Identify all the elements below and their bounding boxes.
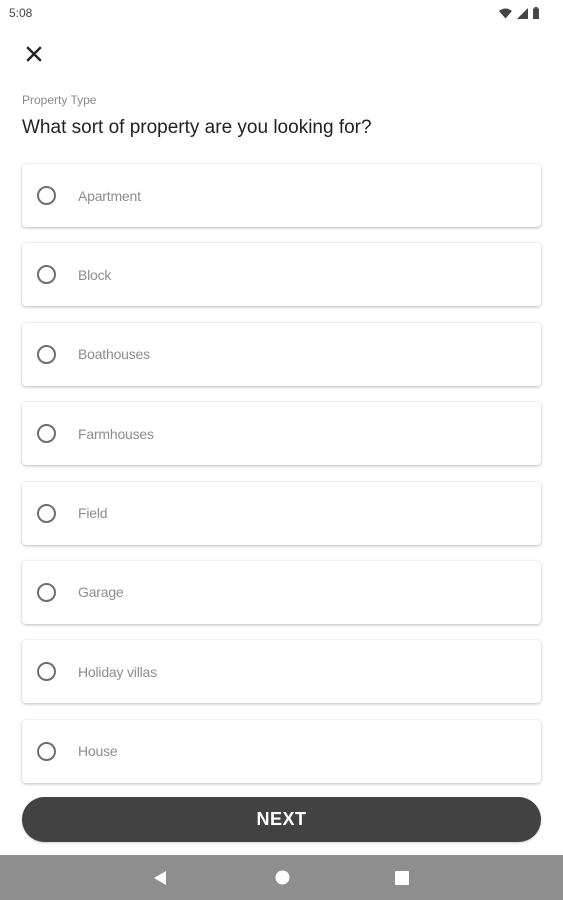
option-field[interactable]: Field	[22, 481, 541, 545]
next-button[interactable]: NEXT	[22, 797, 541, 842]
property-type-options: Apartment Block Boathouses Farmhouses Fi…	[22, 164, 541, 799]
section-eyebrow: Property Type	[22, 93, 97, 107]
radio-button[interactable]	[37, 424, 56, 444]
option-apartment[interactable]: Apartment	[22, 164, 541, 227]
page-title: What sort of property are you looking fo…	[22, 117, 372, 138]
option-block[interactable]: Block	[22, 243, 541, 307]
option-label: Block	[78, 266, 112, 283]
back-button[interactable]	[135, 855, 185, 900]
option-boathouses[interactable]: Boathouses	[22, 322, 541, 386]
battery-icon	[533, 7, 539, 19]
option-label: Garage	[78, 584, 124, 601]
radio-button[interactable]	[37, 662, 56, 682]
home-icon	[275, 870, 289, 885]
recents-icon	[395, 870, 409, 885]
radio-button[interactable]	[37, 265, 56, 285]
radio-button[interactable]	[37, 741, 56, 761]
option-label: Holiday villas	[78, 663, 157, 680]
home-button[interactable]	[257, 855, 307, 900]
option-label: House	[78, 743, 118, 760]
screen: 5:08 Property Type What sort of property…	[0, 0, 563, 900]
back-icon	[154, 870, 166, 885]
status-bar: 5:08	[0, 0, 563, 26]
status-icons	[499, 7, 539, 19]
status-time: 5:08	[9, 6, 33, 20]
wifi-icon	[499, 8, 512, 18]
radio-button[interactable]	[37, 186, 56, 205]
option-holiday-villas[interactable]: Holiday villas	[22, 640, 541, 704]
system-nav-bar	[0, 855, 563, 900]
option-label: Boathouses	[78, 346, 150, 363]
cell-signal-icon	[517, 7, 528, 19]
option-farmhouses[interactable]: Farmhouses	[22, 402, 541, 466]
radio-button[interactable]	[37, 344, 56, 364]
recents-button[interactable]	[377, 855, 427, 900]
option-label: Field	[78, 505, 108, 522]
option-garage[interactable]: Garage	[22, 560, 541, 624]
radio-button[interactable]	[37, 582, 56, 602]
option-label: Farmhouses	[78, 425, 154, 442]
close-button[interactable]	[20, 40, 48, 68]
option-label: Apartment	[78, 187, 141, 204]
radio-button[interactable]	[37, 503, 56, 523]
option-house[interactable]: House	[22, 719, 541, 783]
close-icon	[26, 46, 42, 62]
